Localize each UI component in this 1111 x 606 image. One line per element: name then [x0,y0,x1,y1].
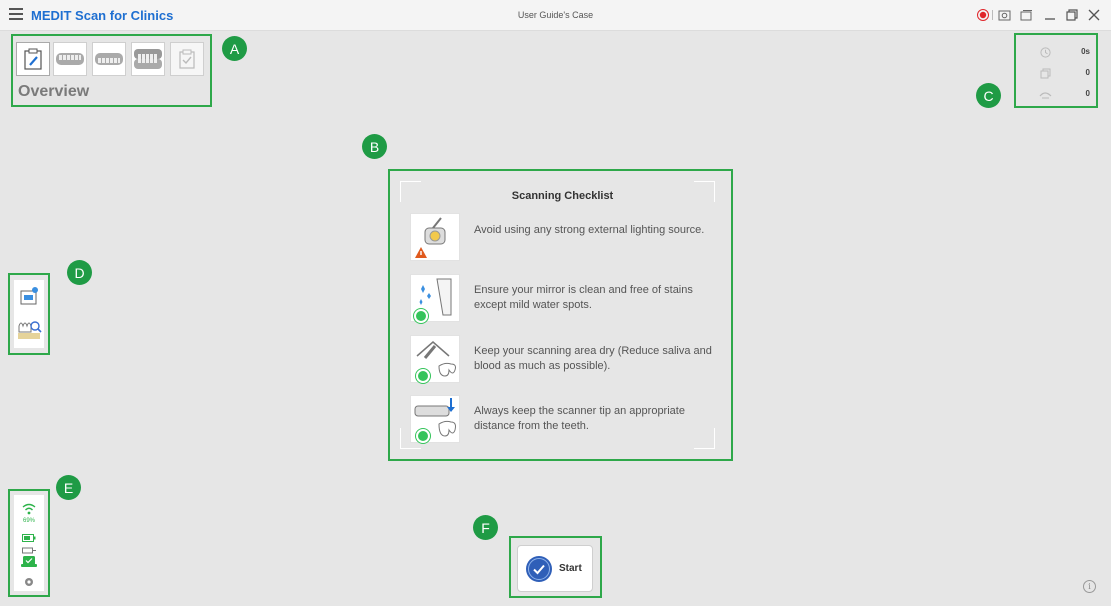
window-mode-icon[interactable] [1017,6,1035,24]
prescription-tool-icon[interactable] [19,286,39,311]
stage-occlusion-button[interactable] [131,42,165,76]
checklist-title: Scanning Checklist [511,190,614,202]
scanner-distance-illustration [410,395,460,443]
info-icon[interactable]: i [1083,580,1096,593]
ok-status-icon [414,309,428,323]
status-bar-icon [21,564,37,567]
ok-status-icon [416,429,430,443]
checklist-item-text: Keep your scanning area dry (Reduce sali… [474,345,712,372]
callout-a: A [222,36,247,61]
callout-f: F [473,515,498,540]
minimize-icon[interactable] [1041,6,1059,24]
checklist-item-text: Always keep the scanner tip an appropria… [474,405,685,432]
clipboard-pencil-icon [24,48,42,70]
case-title: User Guide's Case [517,10,594,20]
signal-strength-value: 69% [22,518,35,524]
callout-c: C [976,83,1001,108]
mirror-illustration [410,274,460,323]
settings-gear-icon[interactable] [24,574,34,592]
callout-e: E [56,475,81,500]
occlusion-icon [134,49,162,69]
callout-d: D [67,260,92,285]
other-count-value: 0 [1085,89,1090,98]
shots-icon [1040,66,1051,84]
toolbar-divider [992,10,993,20]
scanning-checklist-panel: Scanning Checklist Avoid using any stron… [388,169,733,461]
title-bar: MEDIT Scan for Clinics User Guide's Case [0,0,1111,31]
stage-prescription-button[interactable] [16,42,50,76]
shot-count-value: 0 [1085,68,1090,77]
side-tools-panel [14,280,44,348]
scanner-tip-icon [1039,87,1052,105]
stage-review-button[interactable] [170,42,204,76]
dry-area-illustration [410,335,460,383]
start-button-label: Start [559,563,582,574]
checklist-item-text: Ensure your mirror is clean and free of … [474,284,693,311]
calibration-icon [23,552,35,570]
scan-time-value: 0s [1081,47,1090,56]
maximize-icon[interactable] [1063,6,1081,24]
lamp-warning-icon [415,217,446,258]
stage-mandible-button[interactable] [92,42,126,76]
clipboard-check-icon [179,49,195,69]
callout-b: B [362,134,387,159]
close-icon[interactable] [1085,6,1103,24]
ok-status-icon [416,369,430,383]
clock-icon [1040,45,1051,63]
stage-title: Overview [18,83,90,100]
record-icon[interactable] [974,6,992,24]
tooth-search-tool-icon[interactable] [16,316,42,345]
screenshot-icon[interactable] [995,6,1013,24]
upper-jaw-icon [56,53,84,65]
stage-maxilla-button[interactable] [53,42,87,76]
device-status-panel: 69% [14,495,44,591]
checklist-item-text: Avoid using any strong external lighting… [474,224,705,236]
lighting-illustration [410,213,460,261]
lower-jaw-icon [95,53,123,65]
start-button[interactable]: Start [517,545,593,592]
check-circle-icon [526,555,552,582]
